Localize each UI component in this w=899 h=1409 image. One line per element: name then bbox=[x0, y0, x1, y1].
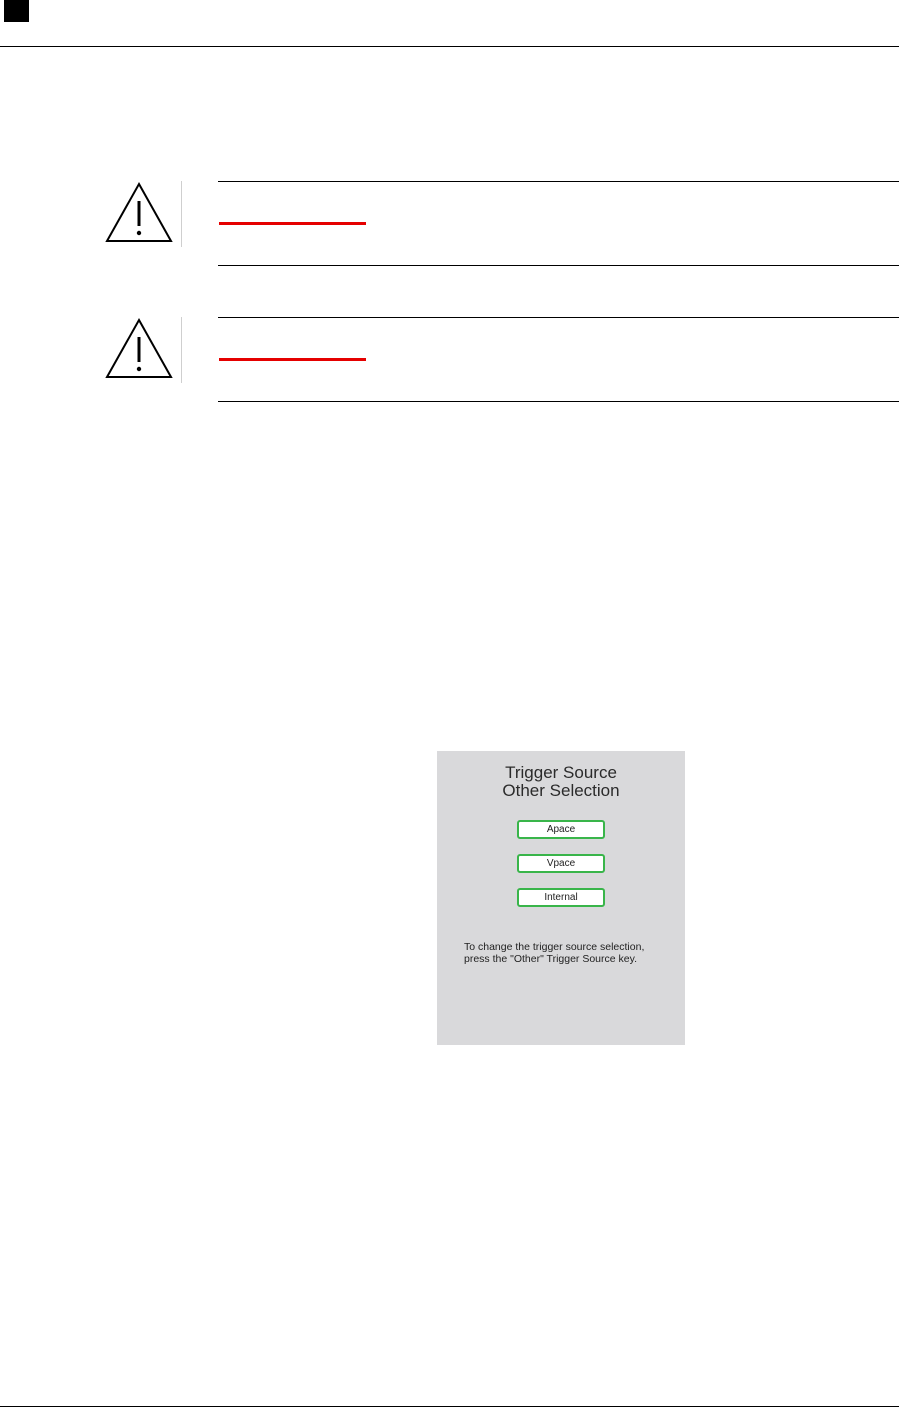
warning-separator bbox=[181, 181, 182, 247]
warning-bottom-rule bbox=[218, 265, 899, 266]
warning-block-2 bbox=[104, 317, 899, 403]
warning-block-1 bbox=[104, 181, 899, 267]
warning-top-rule bbox=[218, 181, 899, 182]
hint-line-2: press the "Other" Trigger Source key. bbox=[464, 953, 637, 965]
screen-title-line-2: Other Selection bbox=[502, 781, 620, 800]
apace-button[interactable]: Apace bbox=[517, 820, 605, 839]
vpace-button[interactable]: Vpace bbox=[517, 854, 605, 873]
warning-accent-bar bbox=[219, 358, 366, 361]
screen-title-line-1: Trigger Source bbox=[505, 763, 617, 782]
screen-title: Trigger Source Other Selection bbox=[437, 764, 685, 800]
page-corner-marker bbox=[4, 0, 29, 22]
hint-line-1: To change the trigger source selection, bbox=[464, 941, 645, 953]
warning-separator bbox=[181, 317, 182, 383]
warning-triangle-icon bbox=[105, 317, 173, 378]
header-rule bbox=[0, 46, 899, 47]
footer-rule bbox=[0, 1406, 899, 1407]
trigger-source-screen: Trigger Source Other Selection Apace Vpa… bbox=[437, 751, 685, 1045]
screen-hint: To change the trigger source selection, … bbox=[464, 941, 679, 965]
warning-top-rule bbox=[218, 317, 899, 318]
warning-triangle-icon bbox=[105, 181, 173, 242]
internal-button[interactable]: Internal bbox=[517, 888, 605, 907]
warning-accent-bar bbox=[219, 222, 366, 225]
warning-bottom-rule bbox=[218, 401, 899, 402]
